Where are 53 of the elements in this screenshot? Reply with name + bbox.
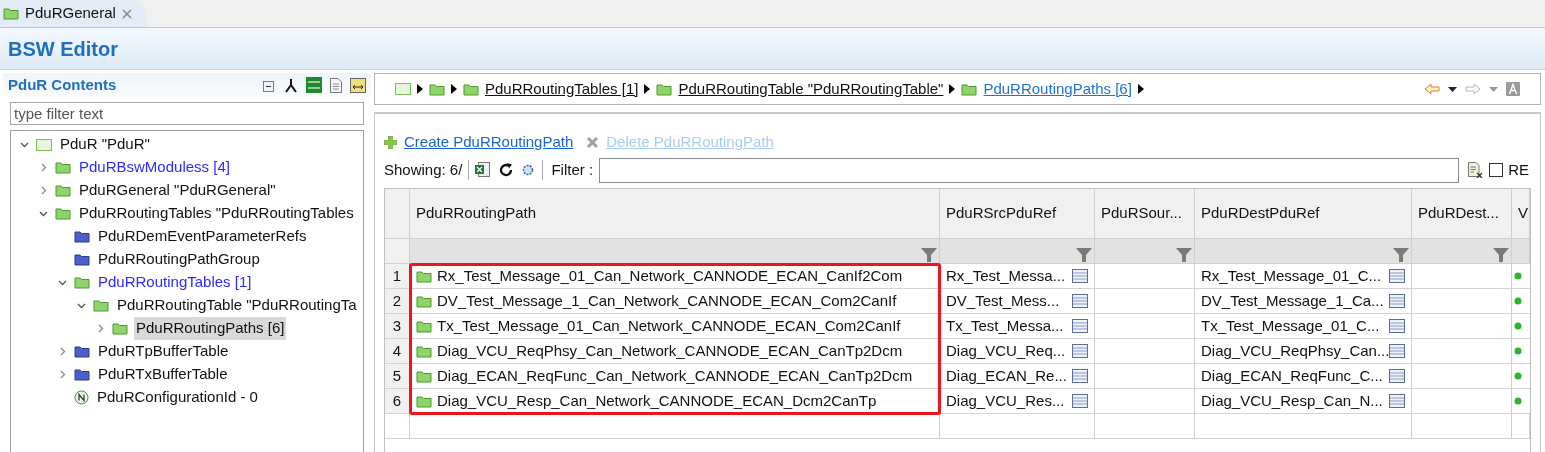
table-cell-text: DV_Test_Message_1_Can_Network_CANNODE_ECAN_Com2CanIf: [437, 290, 897, 311]
row-number: 3: [385, 314, 410, 338]
tree-item[interactable]: PduRTpBufferTable: [96, 340, 231, 363]
action-link[interactable]: Create PduRRoutingPath: [404, 130, 574, 154]
table-cell-text: Diag_VCU_Resp_Can_Network_CANNODE_ECAN_Dcm2CanTp: [437, 390, 877, 411]
tree-item[interactable]: PduRDemEventParameterRefs: [96, 225, 309, 248]
tree-item[interactable]: PduRBswModuless [4]: [77, 156, 232, 179]
table-cell-text: Diag_ECAN_ReqFunc_Can_Network_CANNODE_ECAN_CanTp2Dcm: [437, 365, 913, 386]
table-cell-text: Rx_Test_Message_01_C...: [1201, 265, 1382, 286]
column-header[interactable]: PduRSour...: [1095, 189, 1195, 238]
column-header[interactable]: PduRDestPduRef: [1195, 189, 1412, 238]
column-header[interactable]: PduRSrcPduRef: [940, 189, 1095, 238]
row-number: 2: [385, 289, 410, 313]
breadcrumb-link[interactable]: PduRRoutingPaths [6]: [983, 77, 1132, 101]
row-number: 1: [385, 264, 410, 288]
table-cell-text: Diag_VCU_ReqPhsy_Can...: [1201, 340, 1390, 361]
table-cell-text: Rx_Test_Message_01_Can_Network_CANNODE_ECAN_CanIf2Com: [437, 265, 903, 286]
table-cell-text: Diag_VCU_Res...: [946, 390, 1065, 411]
breadcrumb-link[interactable]: PduRRoutingTables [1]: [485, 77, 639, 101]
tree-item[interactable]: PduRRoutingPaths [6]: [134, 317, 287, 340]
tree-item[interactable]: PduRRoutingTable "PduRRoutingTa: [115, 294, 359, 317]
table-cell-text: Diag_VCU_Req...: [946, 340, 1066, 361]
row-number: 6: [385, 389, 410, 413]
filter-label: Filter :: [551, 159, 594, 180]
row-number: 4: [385, 339, 410, 363]
tree-item[interactable]: PduRTxBufferTable: [96, 363, 230, 386]
table-cell-text: DV_Test_Mess...: [946, 290, 1060, 311]
table-cell-text: Tx_Test_Message_01_Can_Network_CANNODE_ECAN_Com2CanIf: [437, 315, 901, 336]
table-cell-text: Diag_VCU_ReqPhsy_Can_Network_CANNODE_ECAN_CanTp2Dcm: [437, 340, 903, 361]
column-header[interactable]: PduRRoutingPath: [410, 189, 940, 238]
tree-item[interactable]: PduR "PduR": [58, 133, 152, 156]
breadcrumb-link[interactable]: PduRRoutingTable "PduRRoutingTable": [678, 77, 944, 101]
tree-item[interactable]: PduRConfigurationId - 0: [95, 386, 260, 409]
table-cell-text: Rx_Test_Messa...: [946, 265, 1066, 286]
tree-item[interactable]: PduRRoutingTables [1]: [96, 271, 254, 294]
re-label: RE: [1508, 159, 1529, 180]
column-header[interactable]: V: [1512, 189, 1530, 238]
table-cell-text: Diag_ECAN_ReqFunc_C...: [1201, 365, 1383, 386]
panel-title: PduR Contents: [8, 74, 117, 95]
filter-field[interactable]: type filter text: [10, 102, 364, 125]
table-cell-text: DV_Test_Message_1_Ca...: [1201, 290, 1384, 311]
tree-item[interactable]: PduRRoutingPathGroup: [96, 248, 262, 271]
tree-item[interactable]: PduRRoutingTables "PduRRoutingTables: [77, 202, 356, 225]
editor-tab[interactable]: PduRGeneral: [0, 0, 146, 27]
row-number: 5: [385, 364, 410, 388]
table-cell-text: Diag_ECAN_Re...: [946, 365, 1067, 386]
editor-title: BSW Editor: [8, 36, 118, 62]
table-cell-text: Tx_Test_Message_01_C...: [1201, 315, 1380, 336]
column-header[interactable]: PduRDest...: [1412, 189, 1512, 238]
tree-item[interactable]: PduRGeneral "PduRGeneral": [77, 179, 278, 202]
showing-count: Showing: 6/: [384, 159, 463, 180]
table-cell-text: Tx_Test_Messa...: [946, 315, 1064, 336]
table-cell-text: Diag_VCU_Resp_Can_N...: [1201, 390, 1383, 411]
